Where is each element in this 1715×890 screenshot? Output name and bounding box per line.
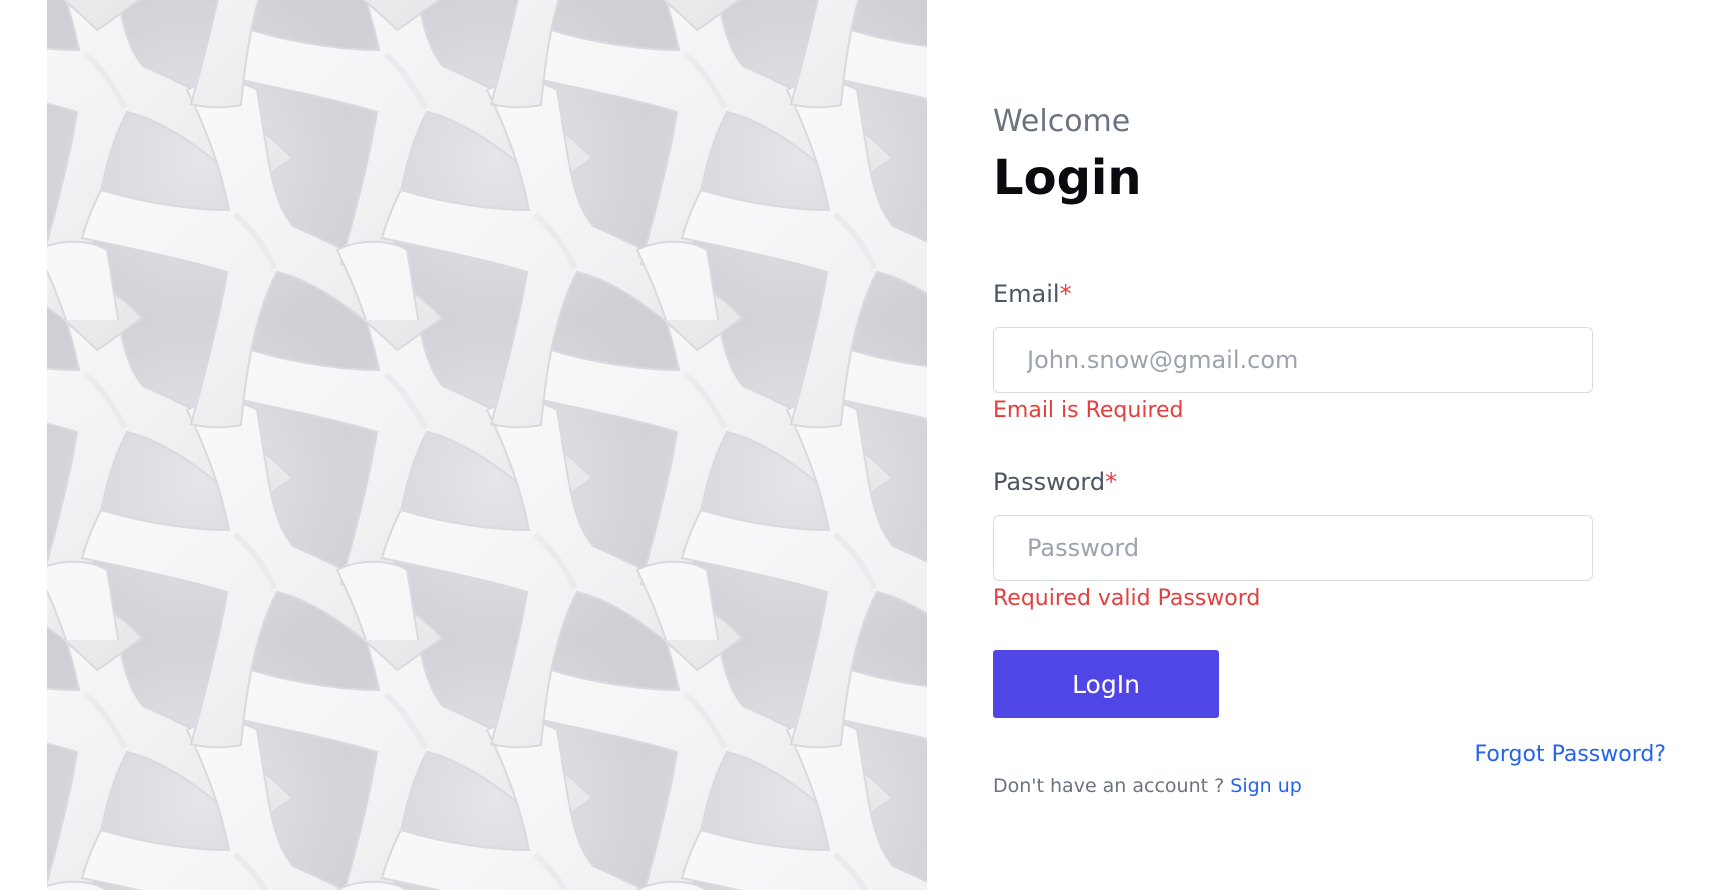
required-marker: * — [1059, 280, 1072, 308]
required-marker: * — [1105, 468, 1118, 496]
hero-image — [47, 0, 927, 890]
welcome-text: Welcome — [993, 104, 1131, 139]
login-form: Welcome Login Email* Email is Required P… — [993, 0, 1673, 890]
password-error: Required valid Password — [993, 586, 1261, 611]
password-label-text: Password — [993, 468, 1106, 496]
password-label: Password* — [993, 468, 1117, 497]
signup-link[interactable]: Sign up — [1230, 775, 1302, 797]
login-button[interactable]: LogIn — [993, 650, 1219, 718]
signup-prompt: Don't have an account ? — [993, 775, 1225, 797]
forgot-password-link[interactable]: Forgot Password? — [1475, 742, 1666, 768]
email-label: Email* — [993, 280, 1072, 309]
page-title: Login — [993, 150, 1142, 206]
email-field[interactable] — [993, 327, 1593, 393]
signup-row: Don't have an account ? Sign up — [993, 775, 1302, 798]
email-error: Email is Required — [993, 398, 1184, 423]
login-page: Welcome Login Email* Email is Required P… — [0, 0, 1715, 890]
password-field[interactable] — [993, 515, 1593, 581]
email-label-text: Email — [993, 280, 1060, 308]
